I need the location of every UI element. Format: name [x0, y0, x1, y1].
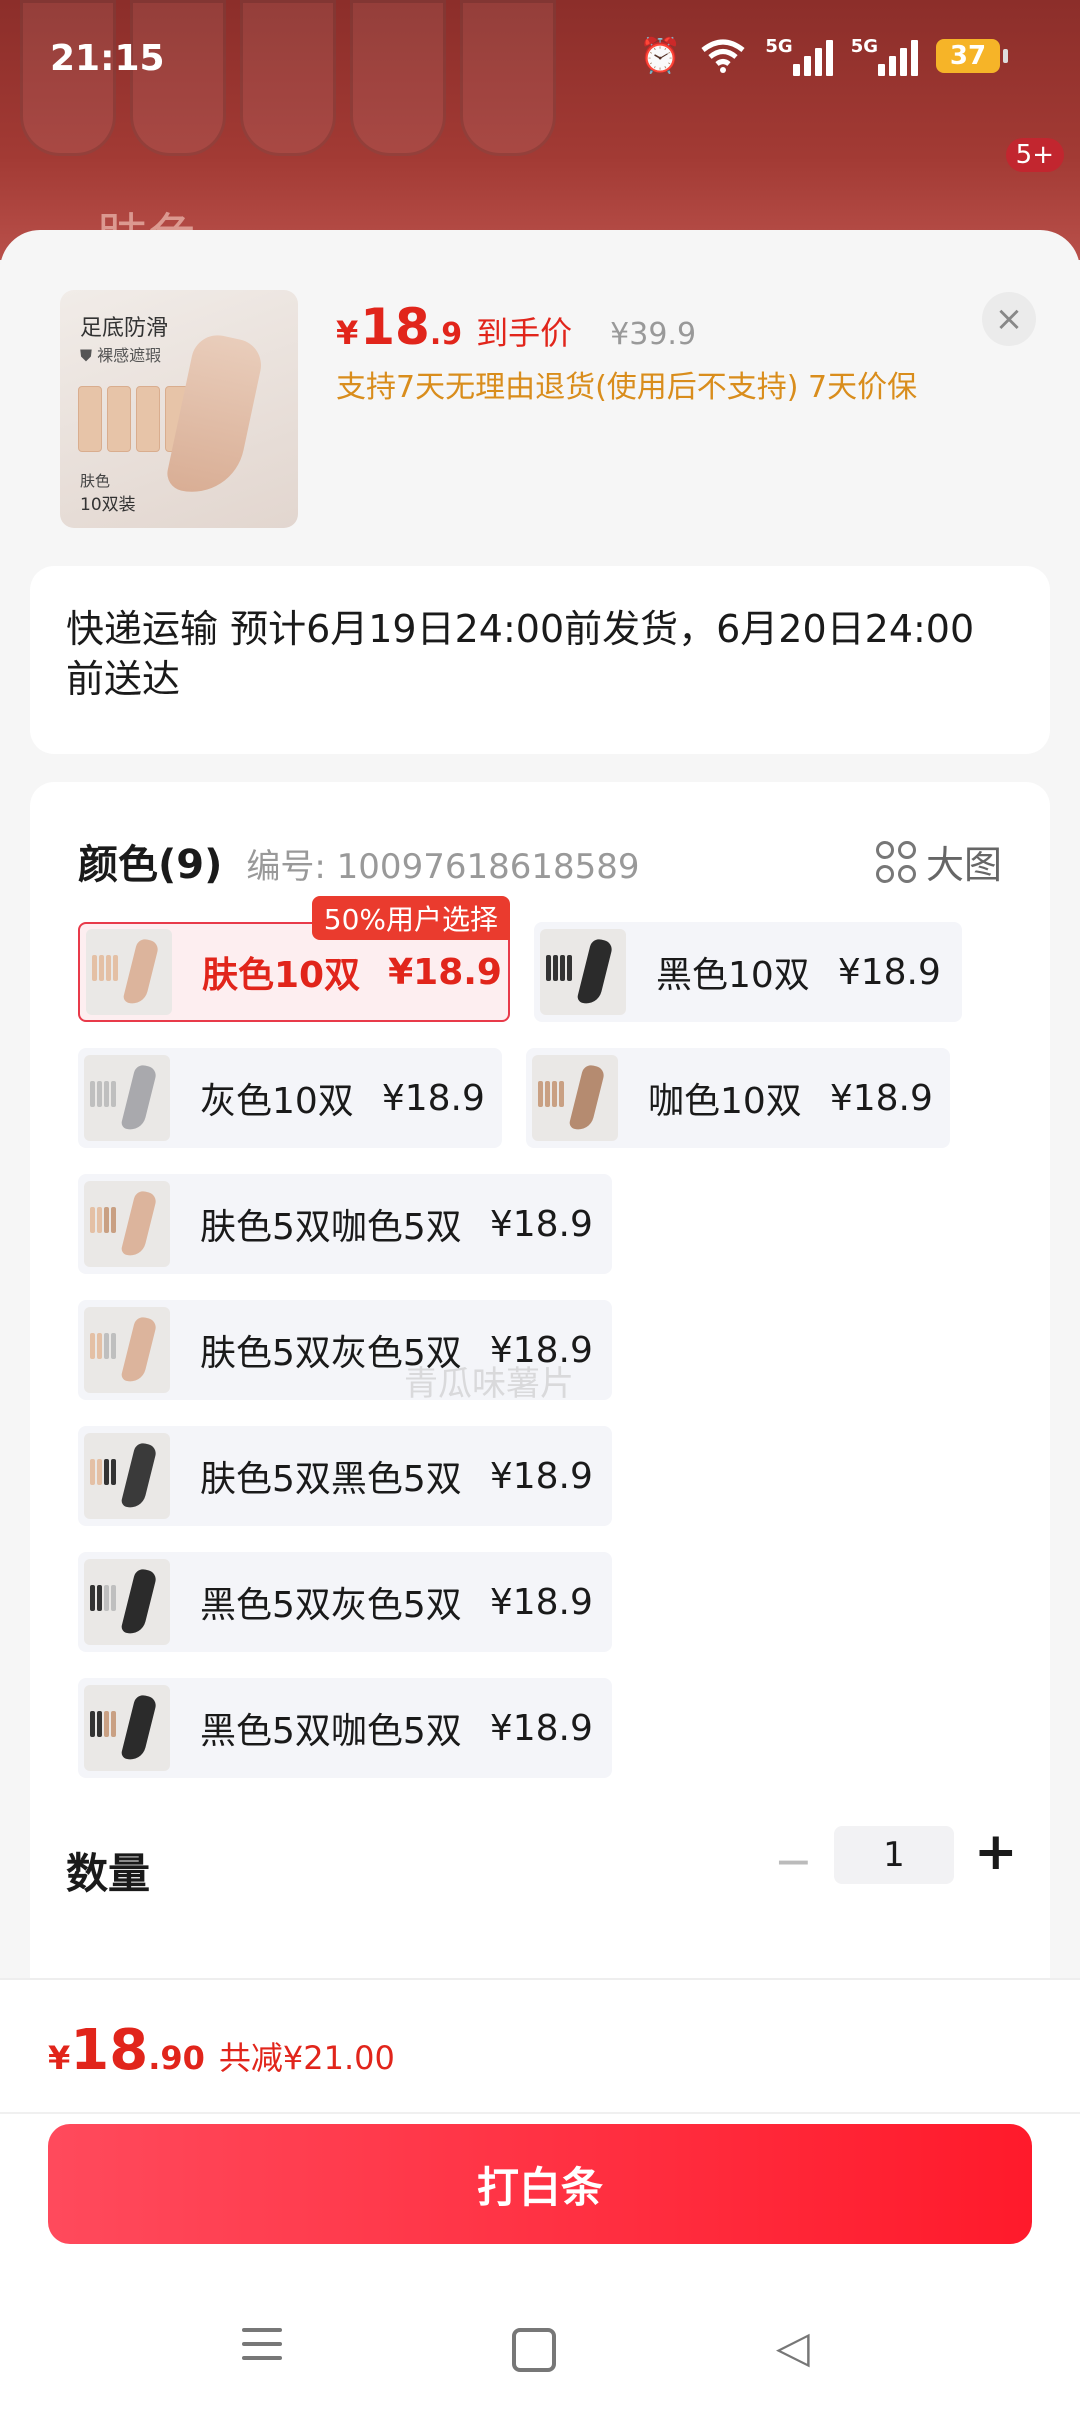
home-icon[interactable]: [512, 2328, 556, 2372]
option-price: ¥18.9: [837, 951, 941, 993]
signal-label-2: 5G: [850, 36, 878, 57]
product-code: 编号: 10097618618589: [246, 847, 640, 887]
option-thumbnail: [86, 929, 172, 1015]
option-price: ¥18.9: [388, 951, 502, 993]
option-label: 黑色5双灰色5双: [200, 1585, 462, 1626]
total-decimal: .90: [148, 2039, 205, 2077]
option-chip[interactable]: 灰色10双 ¥18.9: [78, 1048, 502, 1148]
option-thumbnail: [532, 1055, 618, 1141]
option-thumbnail: [84, 1055, 170, 1141]
option-chip[interactable]: 黑色5双咖色5双 ¥18.9: [78, 1678, 612, 1778]
big-picture-toggle[interactable]: 大图: [875, 834, 1002, 889]
product-image-color: 肤色: [80, 472, 111, 490]
big-picture-label: 大图: [925, 843, 1002, 887]
wifi-icon: [701, 39, 745, 73]
option-label: 肤色5双咖色5双: [200, 1207, 462, 1248]
close-button[interactable]: ×: [982, 292, 1036, 346]
option-price: ¥18.9: [489, 1707, 593, 1749]
popular-choice-badge: 50%用户选择: [311, 896, 510, 940]
back-icon[interactable]: ◁: [776, 2322, 810, 2373]
option-thumbnail: [84, 1559, 170, 1645]
option-price: ¥18.9: [829, 1077, 933, 1119]
delivery-info: 快递运输 预计6月19日24:00前发货，6月20日24:00前送达: [66, 607, 975, 701]
option-chip[interactable]: 黑色5双灰色5双 ¥18.9: [78, 1552, 612, 1652]
status-bar: 21:15 ⏰ 5G 5G 37: [0, 0, 1080, 120]
total-price: ¥ 18 .90 共减¥21.00: [48, 2018, 395, 2083]
price-symbol: ¥: [336, 314, 359, 352]
option-label: 咖色10双: [648, 1081, 802, 1122]
option-label: 黑色10双: [656, 955, 810, 996]
price-decimal: .9: [429, 317, 463, 352]
product-thumbnail[interactable]: 足底防滑 ⛊ 裸感遮瑕 肤色 10双装: [60, 290, 298, 528]
option-chip-selected[interactable]: 肤色10双 ¥18.9 50%用户选择: [78, 896, 510, 1022]
shield-icon: ⛊: [80, 346, 93, 365]
status-icons: ⏰ 5G 5G 37: [639, 36, 1008, 76]
signal-label: 5G: [765, 36, 793, 57]
options-title: 颜色(9): [78, 842, 223, 888]
option-price: ¥18.9: [489, 1581, 593, 1623]
quantity-decrease-button[interactable]: −: [774, 1834, 813, 1888]
delivery-card: 快递运输 预计6月19日24:00前发货，6月20日24:00前送达: [30, 566, 1050, 754]
alarm-icon: ⏰: [639, 36, 682, 76]
option-label: 肤色10双: [202, 955, 361, 996]
product-image-subtitle-text: 裸感遮瑕: [97, 346, 162, 365]
signal-icon: 5G: [765, 36, 833, 76]
grid-icon: [875, 840, 916, 883]
quantity-increase-button[interactable]: +: [974, 1822, 1018, 1882]
price-integer: 18: [360, 298, 430, 356]
option-price: ¥18.9: [489, 1455, 593, 1497]
product-image-subtitle: ⛊ 裸感遮瑕: [80, 342, 161, 366]
option-thumbnail: [84, 1685, 170, 1771]
total-symbol: ¥: [48, 2039, 71, 2077]
divider: [0, 1978, 1080, 1980]
price-label: 到手价: [476, 314, 573, 352]
quantity-label: 数量: [66, 1849, 151, 1898]
option-label: 灰色10双: [200, 1081, 354, 1122]
divider: [0, 2112, 1080, 2114]
option-thumbnail: [540, 929, 626, 1015]
option-price: ¥18.9: [381, 1077, 485, 1119]
total-integer: 18: [70, 2018, 149, 2083]
option-price: ¥18.9: [489, 1203, 593, 1245]
status-time: 21:15: [50, 38, 165, 79]
product-image-title: 足底防滑: [80, 316, 169, 341]
baitiao-pay-button[interactable]: 打白条: [48, 2124, 1032, 2244]
menu-icon[interactable]: [242, 2328, 282, 2360]
option-thumbnail: [84, 1307, 170, 1393]
option-chip[interactable]: 黑色10双 ¥18.9: [534, 922, 962, 1022]
watermark: 青瓜味薯片: [404, 1364, 574, 1404]
quantity-input[interactable]: 1: [834, 1826, 954, 1884]
battery-icon: 37: [936, 39, 1008, 73]
product-image-pack: 10双装: [80, 495, 136, 515]
sock-leg-image: [164, 330, 266, 502]
option-thumbnail: [84, 1181, 170, 1267]
return-policy: 支持7天无理由退货(使用后不支持) 7天价保: [336, 370, 918, 405]
option-label: 肤色5双黑色5双: [200, 1459, 462, 1500]
option-thumbnail: [84, 1433, 170, 1519]
total-savings: 共减¥21.00: [218, 2039, 395, 2077]
original-price: ¥39.9: [610, 317, 697, 352]
background-count-badge: 5+: [1005, 138, 1064, 172]
options-header: 颜色(9) 编号: 10097618618589: [78, 832, 640, 890]
option-chip[interactable]: 肤色5双黑色5双 ¥18.9: [78, 1426, 612, 1526]
color-options-card: 颜色(9) 编号: 10097618618589 大图 肤色10双 ¥18.9 …: [30, 782, 1050, 2032]
option-chip[interactable]: 肤色5双咖色5双 ¥18.9: [78, 1174, 612, 1274]
signal-icon-2: 5G: [851, 36, 918, 76]
close-icon: ×: [994, 299, 1024, 339]
price-row: ¥ 18 .9 到手价 ¥39.9: [336, 298, 696, 356]
option-label: 黑色5双咖色5双: [200, 1711, 462, 1752]
option-chip[interactable]: 咖色10双 ¥18.9: [526, 1048, 950, 1148]
system-nav-bar: ◁: [0, 2292, 1080, 2412]
